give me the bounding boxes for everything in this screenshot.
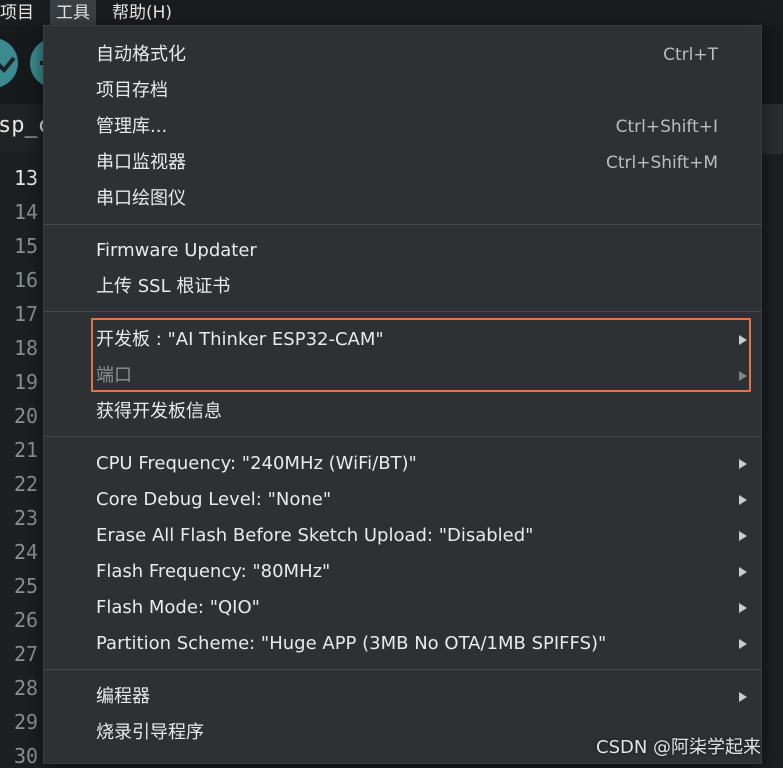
menu-project[interactable]: 项目 — [0, 0, 40, 26]
tools-dropdown-menu: 自动格式化 Ctrl+T 项目存档 管理库... Ctrl+Shift+I 串口… — [43, 25, 762, 764]
tab-scroll-edge — [759, 104, 783, 154]
menu-item-label: 管理库... — [96, 116, 168, 137]
check-icon — [0, 56, 16, 73]
menu-item-archive-sketch[interactable]: 项目存档 — [44, 73, 761, 109]
watermark: CSDN @阿柒学起来 — [596, 737, 762, 758]
menu-item-label: 烧录引导程序 — [96, 722, 204, 743]
menu-help[interactable]: 帮助(H) — [106, 0, 178, 26]
menu-item-label: 串口绘图仪 — [96, 188, 186, 209]
menu-item-cpu-frequency[interactable]: CPU Frequency: "240MHz (WiFi/BT)" — [44, 446, 761, 482]
menu-item-label: 上传 SSL 根证书 — [96, 276, 231, 297]
menu-item-flash-mode[interactable]: Flash Mode: "QIO" — [44, 590, 761, 626]
submenu-arrow-icon — [739, 459, 747, 469]
highlight-box — [91, 318, 751, 392]
menu-bar: 项目 工具 帮助(H) — [0, 0, 783, 26]
menu-item-flash-frequency[interactable]: Flash Frequency: "80MHz" — [44, 554, 761, 590]
verify-button[interactable] — [0, 38, 18, 88]
submenu-arrow-icon — [739, 692, 747, 702]
menu-item-partition-scheme[interactable]: Partition Scheme: "Huge APP (3MB No OTA/… — [44, 626, 761, 662]
menu-item-shortcut: Ctrl+Shift+M — [605, 153, 718, 173]
submenu-arrow-icon — [739, 567, 747, 577]
menu-item-serial-monitor[interactable]: 串口监视器 Ctrl+Shift+M — [44, 145, 761, 181]
submenu-arrow-icon — [739, 639, 747, 649]
menu-item-label: 串口监视器 — [96, 152, 186, 173]
menu-item-label: 编程器 — [96, 686, 150, 707]
menu-item-label: Flash Mode: "QIO" — [96, 597, 260, 618]
menu-separator — [44, 224, 761, 225]
menu-item-label: CPU Frequency: "240MHz (WiFi/BT)" — [96, 453, 417, 474]
menu-item-label: Erase All Flash Before Sketch Upload: "D… — [96, 525, 534, 546]
menu-item-upload-ssl-certificates[interactable]: 上传 SSL 根证书 — [44, 269, 761, 305]
menu-item-serial-plotter[interactable]: 串口绘图仪 — [44, 181, 761, 217]
menu-item-label: Flash Frequency: "80MHz" — [96, 561, 331, 582]
menu-item-label: Partition Scheme: "Huge APP (3MB No OTA/… — [96, 633, 607, 654]
submenu-arrow-icon — [739, 603, 747, 613]
submenu-arrow-icon — [739, 531, 747, 541]
menu-item-shortcut: Ctrl+T — [663, 45, 718, 65]
menu-item-label: Core Debug Level: "None" — [96, 489, 332, 510]
menu-item-core-debug-level[interactable]: Core Debug Level: "None" — [44, 482, 761, 518]
menu-item-auto-format[interactable]: 自动格式化 Ctrl+T — [44, 37, 761, 73]
menu-separator — [44, 311, 761, 312]
menu-item-programmer[interactable]: 编程器 — [44, 679, 761, 715]
menu-item-firmware-updater[interactable]: Firmware Updater — [44, 233, 761, 269]
menu-item-label: 项目存档 — [96, 80, 168, 101]
menu-item-shortcut: Ctrl+Shift+I — [615, 117, 718, 137]
submenu-arrow-icon — [739, 495, 747, 505]
menu-item-label: 自动格式化 — [96, 44, 186, 65]
menu-item-get-board-info[interactable]: 获得开发板信息 — [44, 394, 761, 430]
menu-item-erase-all-flash[interactable]: Erase All Flash Before Sketch Upload: "D… — [44, 518, 761, 554]
menu-item-manage-libraries[interactable]: 管理库... Ctrl+Shift+I — [44, 109, 761, 145]
menu-separator — [44, 436, 761, 437]
menu-separator — [44, 669, 761, 670]
menu-item-label: Firmware Updater — [96, 240, 257, 261]
menu-tools[interactable]: 工具 — [50, 0, 96, 26]
menu-item-label: 获得开发板信息 — [96, 401, 222, 422]
